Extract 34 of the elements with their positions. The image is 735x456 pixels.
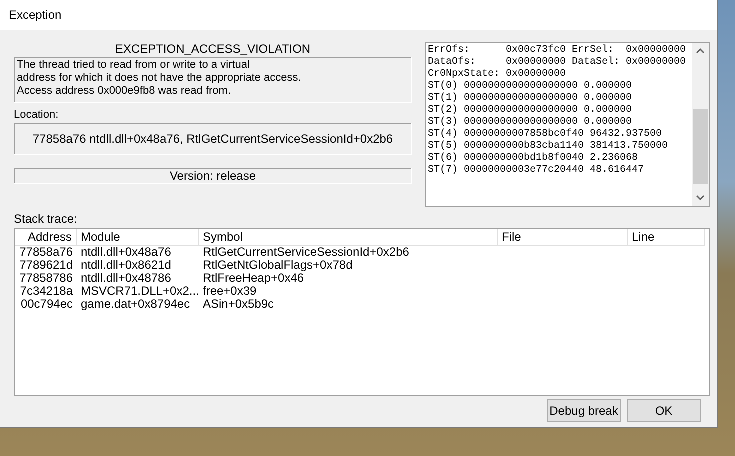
table-cell-text: ntdll.dll+0x48a76 xyxy=(80,246,172,260)
column-header[interactable]: Line xyxy=(628,229,705,246)
table-cell-text: 7789621d xyxy=(18,259,74,272)
table-cell-text: 77858786 xyxy=(18,272,74,286)
stack-trace-label: Stack trace: xyxy=(14,212,78,226)
column-header[interactable]: Symbol xyxy=(199,229,498,246)
exception-description: The thread tried to read from or write to a virtual address for which it does not have the appropriate access. Access address 0x000e9fb8 was read from. xyxy=(14,57,412,103)
register-text: ErrOfs: 0x00c73fc0 ErrSel: 0x00000000 DataOfs: 0x00000000 DataSel: 0x00000000 Cr0NpxState: 0x00000000 ST(0) 0000000000000000000 0.000000 ST(1) 0000000000000000000 0.000000 ST(2) 0000000000000000000 0.000000 ST(3) 0000000000000000000 0.000000 ST(4) 00000000007858bc0f40 96432.937500 ST(5) 0000000000b83cba1140 381413.750000 ST(6) 0000000000bd1b8f0040 2.236068 ST(7) 00000000003e77c20440 48.616447 xyxy=(427,44,688,178)
table-cell-text: MSVCR71.DLL+0x2... xyxy=(80,285,199,298)
debug-break-button[interactable]: Debug break xyxy=(547,399,621,422)
window-title: Exception xyxy=(9,8,62,22)
table-cell-text: free+0x39 xyxy=(202,285,257,298)
table-cell-text: RtlGetNtGlobalFlags+0x78d xyxy=(202,259,354,272)
scroll-up-icon[interactable] xyxy=(696,47,705,56)
ok-button[interactable]: OK xyxy=(627,399,701,422)
table-cell-text: 00c794ec xyxy=(20,298,74,312)
table-cell-text: ntdll.dll+0x8621d xyxy=(80,259,172,272)
scrollbar[interactable] xyxy=(692,43,709,206)
scroll-thumb[interactable] xyxy=(693,109,708,184)
table-cell-text: ntdll.dll+0x48786 xyxy=(80,272,172,286)
version-text: Version: release xyxy=(14,168,412,184)
table-cell-text: ASin+0x5b9c xyxy=(202,298,276,312)
table-cell-text: RtlFreeHeap+0x46 xyxy=(202,272,304,286)
location-label: Location: xyxy=(14,109,60,123)
scroll-down-icon[interactable] xyxy=(696,193,705,202)
table-cell-text: 77858a76 xyxy=(18,246,74,260)
table-cell-text: RtlGetCurrentServiceSessionId+0x2b6 xyxy=(202,246,410,260)
location-value: 77858a76 ntdll.dll+0x48a76, RtlGetCurrentServiceSessionId+0x2b6 xyxy=(14,123,412,155)
exception-name: EXCEPTION_ACCESS_VIOLATION xyxy=(114,42,312,57)
column-header[interactable]: File xyxy=(498,229,628,246)
column-header[interactable]: Address xyxy=(15,229,77,246)
table-cell-text: game.dat+0x8794ec xyxy=(80,298,192,312)
table-cell-text: 7c34218a xyxy=(19,285,74,298)
column-header[interactable]: Module xyxy=(77,229,199,246)
